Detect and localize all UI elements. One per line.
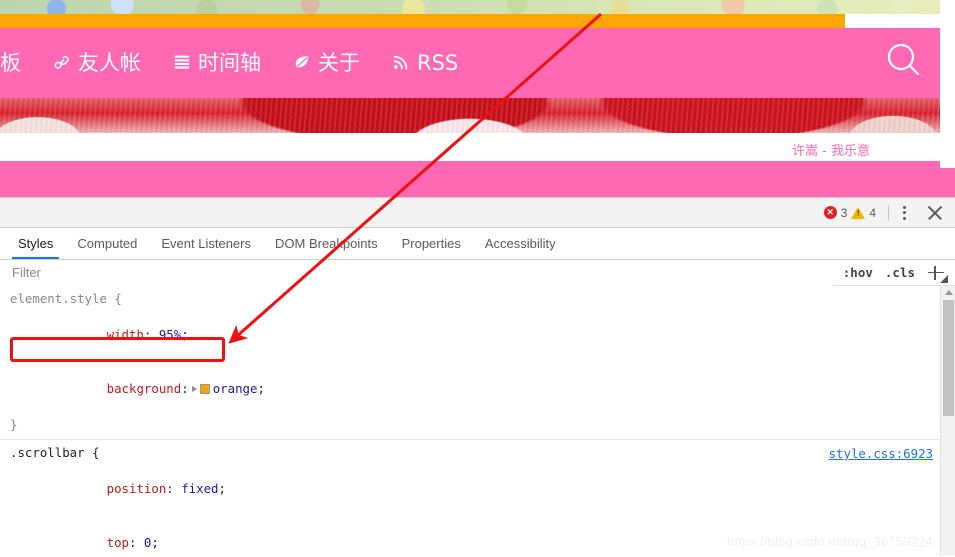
rss-icon bbox=[392, 53, 412, 73]
tab-label: Accessibility bbox=[484, 236, 556, 251]
styles-pane-scrollbar[interactable] bbox=[940, 286, 955, 556]
nav-item-friends[interactable]: 友人帐 bbox=[37, 50, 157, 75]
filter-actions: :hov .cls bbox=[833, 264, 955, 283]
scroll-up-arrow-icon[interactable] bbox=[944, 290, 953, 295]
nav-item-label: RSS bbox=[417, 50, 459, 75]
tab-computed[interactable]: Computed bbox=[65, 228, 149, 259]
styles-rule-list: element.style { width: 95%; background: o… bbox=[0, 286, 955, 556]
hov-toggle[interactable]: :hov bbox=[843, 265, 873, 280]
tab-label: DOM Breakpoints bbox=[275, 236, 378, 251]
tab-dom-breakpoints[interactable]: DOM Breakpoints bbox=[263, 228, 390, 259]
declaration-value[interactable]: fixed bbox=[181, 481, 218, 496]
orange-scrollbar-element bbox=[0, 14, 845, 28]
tab-event-listeners[interactable]: Event Listeners bbox=[149, 228, 263, 259]
devtools-topbar: ✕ 3 4 bbox=[0, 198, 955, 228]
kebab-menu-icon[interactable] bbox=[895, 204, 913, 222]
error-icon: ✕ bbox=[823, 206, 837, 219]
plus-icon[interactable] bbox=[927, 264, 948, 283]
nav-item-label: 板 bbox=[0, 50, 21, 75]
rule-close-brace: } bbox=[10, 417, 18, 432]
tab-label: Styles bbox=[18, 236, 54, 251]
declaration-background[interactable]: background: orange; bbox=[10, 362, 945, 416]
expand-triangle-icon[interactable] bbox=[191, 386, 197, 392]
declaration-value[interactable]: orange bbox=[213, 381, 258, 396]
devtools-panel: ✕ 3 4 Styles Computed Event Listeners DO… bbox=[0, 197, 955, 557]
lyric-title: 许嵩 - 我乐意 bbox=[792, 144, 870, 159]
filter-input[interactable] bbox=[0, 259, 833, 286]
toolbar-divider bbox=[888, 204, 889, 221]
nav-item-board[interactable]: 板 bbox=[0, 50, 37, 75]
tab-label: Event Listeners bbox=[161, 236, 251, 251]
site-navigation-bar: 板 友人帐 时间轴 关于 RSS bbox=[0, 28, 940, 98]
issue-counters[interactable]: ✕ 3 4 bbox=[823, 205, 876, 220]
tab-label: Properties bbox=[401, 236, 461, 251]
styles-filter-bar: :hov .cls bbox=[0, 259, 955, 286]
error-count: 3 bbox=[840, 205, 848, 220]
nav-item-label: 关于 bbox=[318, 50, 360, 75]
devtools-tabstrip: Styles Computed Event Listeners DOM Brea… bbox=[0, 228, 955, 260]
list-icon bbox=[173, 53, 193, 73]
stylesheet-source-link[interactable]: style.css:6923 bbox=[829, 445, 933, 463]
declaration-property: background bbox=[106, 381, 182, 396]
page-top-photo-strip bbox=[0, 0, 940, 14]
rule-selector[interactable]: element.style { bbox=[10, 290, 945, 308]
cls-toggle[interactable]: .cls bbox=[885, 265, 915, 280]
nav-item-rss[interactable]: RSS bbox=[376, 50, 474, 75]
leaf-icon bbox=[293, 53, 313, 73]
warning-icon bbox=[851, 206, 866, 219]
tab-label: Computed bbox=[77, 236, 138, 251]
declaration-property: top bbox=[106, 535, 129, 550]
declaration-property: position bbox=[106, 481, 167, 496]
tab-styles[interactable]: Styles bbox=[6, 228, 65, 259]
declaration-position[interactable]: position: fixed; bbox=[10, 462, 945, 516]
close-icon[interactable] bbox=[923, 201, 947, 225]
rule-selector[interactable]: .scrollbar { bbox=[10, 444, 945, 462]
search-icon bbox=[884, 41, 924, 86]
link-icon bbox=[53, 53, 73, 73]
tab-accessibility[interactable]: Accessibility bbox=[473, 228, 568, 259]
browser-viewport: 板 友人帐 时间轴 关于 RSS 许嵩 - 我乐意 bbox=[0, 0, 955, 200]
tab-properties[interactable]: Properties bbox=[390, 228, 473, 259]
screenshot-root: 板 友人帐 时间轴 关于 RSS 许嵩 - 我乐意 ✕ 3 ! 4 Styles… bbox=[0, 0, 955, 557]
nav-item-label: 友人帐 bbox=[78, 50, 141, 75]
nav-items: 板 友人帐 时间轴 关于 RSS bbox=[0, 50, 868, 75]
color-swatch[interactable] bbox=[199, 384, 210, 394]
annotation-highlight-box bbox=[10, 337, 225, 362]
scrollbar-thumb[interactable] bbox=[943, 300, 954, 416]
nav-item-timeline[interactable]: 时间轴 bbox=[157, 50, 277, 75]
search-button[interactable] bbox=[868, 28, 940, 98]
rule-element-style: element.style { width: 95%; background: o… bbox=[0, 290, 955, 436]
watermark: https://blog.csdn.net/qq_36759224 bbox=[726, 534, 933, 549]
page-pink-band-lower bbox=[0, 168, 955, 197]
nav-item-about[interactable]: 关于 bbox=[277, 50, 376, 75]
warning-count: 4 bbox=[869, 205, 876, 220]
nav-item-label: 时间轴 bbox=[198, 50, 261, 75]
